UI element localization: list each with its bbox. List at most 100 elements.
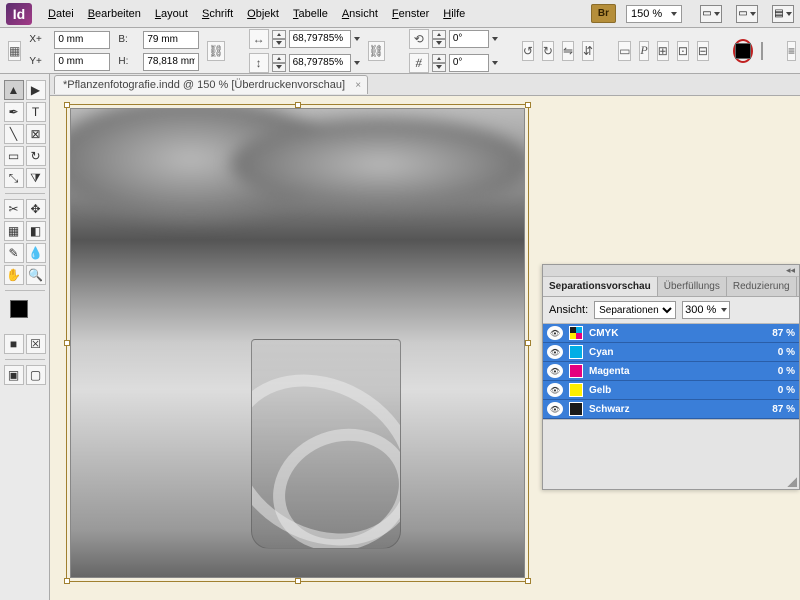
shear-input[interactable] xyxy=(449,54,489,72)
menu-datei[interactable]: Datei xyxy=(42,4,80,24)
y-input[interactable] xyxy=(54,53,110,71)
pen-tool[interactable]: ✒ xyxy=(4,102,24,122)
menu-ansicht[interactable]: Ansicht xyxy=(336,4,384,24)
reference-point-icon[interactable]: ▦ xyxy=(8,41,21,61)
document-tabs: *Pflanzenfotografie.indd @ 150 % [Überdr… xyxy=(50,74,800,96)
panel-tab-reduzierung[interactable]: Reduzierung xyxy=(727,277,797,296)
fill-stroke-swap[interactable] xyxy=(10,300,40,326)
scissors-tool[interactable]: ✂ xyxy=(4,199,24,219)
sep-row-gelb[interactable]: 👁 Gelb 0 % xyxy=(543,381,799,400)
toolbox: ▲▶ ✒T ╲⊠ ▭↻ ⤡⧩ ✂✥ ▦◧ ✎💧 ✋🔍 ■☒ ▣▢ xyxy=(0,74,50,600)
stroke-weight-icon: ≡ xyxy=(787,41,796,61)
eye-icon[interactable]: 👁 xyxy=(547,345,563,359)
constrain-wh-icon[interactable]: ⛓ xyxy=(207,41,224,61)
sep-row-schwarz[interactable]: 👁 Schwarz 87 % xyxy=(543,400,799,419)
sep-row-cyan[interactable]: 👁 Cyan 0 % xyxy=(543,343,799,362)
fit-frame-icon[interactable]: ⊟ xyxy=(697,41,709,61)
rotate-icon: ⟲ xyxy=(409,29,429,49)
rectangle-tool[interactable]: ▭ xyxy=(4,146,24,166)
document-tab[interactable]: *Pflanzenfotografie.indd @ 150 % [Überdr… xyxy=(54,75,368,94)
zoom-combo[interactable]: 150 % xyxy=(626,5,682,23)
view-select[interactable]: Separationen xyxy=(594,301,676,319)
menu-fenster[interactable]: Fenster xyxy=(386,4,435,24)
select-container-icon[interactable]: ▭ xyxy=(618,41,631,61)
screen-mode-icon[interactable]: ▭ xyxy=(736,5,758,23)
resize-grip-icon[interactable] xyxy=(787,477,797,487)
gradient-tool[interactable]: ▦ xyxy=(4,221,24,241)
view-mode-icon[interactable]: ▭ xyxy=(700,5,722,23)
sep-row-magenta[interactable]: 👁 Magenta 0 % xyxy=(543,362,799,381)
hand-tool[interactable]: ✋ xyxy=(4,265,24,285)
fill-swatch[interactable] xyxy=(735,43,751,59)
note-tool[interactable]: ✎ xyxy=(4,243,24,263)
scale-x-input[interactable] xyxy=(289,30,351,48)
rotate-input[interactable] xyxy=(449,30,489,48)
rotate-ccw-icon[interactable]: ↺ xyxy=(522,41,534,61)
swatch-schwarz xyxy=(569,402,583,416)
rotate-cw-icon[interactable]: ↻ xyxy=(542,41,554,61)
eye-icon[interactable]: 👁 xyxy=(547,326,563,340)
fit-content-icon[interactable]: ⊞ xyxy=(657,41,669,61)
flip-v-icon[interactable]: ⇵ xyxy=(582,41,594,61)
scale-y-input[interactable] xyxy=(289,54,351,72)
scale-x-spinner[interactable] xyxy=(272,30,286,48)
stroke-swatch[interactable] xyxy=(761,42,763,60)
document-canvas[interactable] xyxy=(70,108,525,578)
gradient-feather-tool[interactable]: ◧ xyxy=(26,221,46,241)
menu-objekt[interactable]: Objekt xyxy=(241,4,285,24)
w-input[interactable] xyxy=(143,31,199,49)
select-content-icon[interactable]: P xyxy=(639,41,648,61)
shear-spinner[interactable] xyxy=(432,54,446,72)
fill-swatch-highlight xyxy=(733,39,753,63)
bridge-button[interactable]: Br xyxy=(591,4,616,23)
free-transform-tool[interactable]: ✥ xyxy=(26,199,46,219)
x-label: X+ xyxy=(29,34,51,45)
rotate-spinner[interactable] xyxy=(432,30,446,48)
document-tab-title: *Pflanzenfotografie.indd @ 150 % [Überdr… xyxy=(63,79,345,91)
selection-tool[interactable]: ▲ xyxy=(4,80,24,100)
panel-resize[interactable] xyxy=(543,419,799,489)
apply-none-icon[interactable]: ☒ xyxy=(26,334,46,354)
placed-image[interactable] xyxy=(71,109,524,577)
type-tool[interactable]: T xyxy=(26,102,46,122)
eye-icon[interactable]: 👁 xyxy=(547,402,563,416)
menu-bearbeiten[interactable]: Bearbeiten xyxy=(82,4,147,24)
shear-tool[interactable]: ⧩ xyxy=(26,168,46,188)
apply-color-icon[interactable]: ■ xyxy=(4,334,24,354)
line-tool[interactable]: ╲ xyxy=(4,124,24,144)
view-label: Ansicht: xyxy=(549,304,588,316)
menu-layout[interactable]: Layout xyxy=(149,4,194,24)
panel-collapse-icon[interactable]: ◂◂ xyxy=(543,265,799,277)
sep-row-cmyk[interactable]: 👁 CMYK 87 % xyxy=(543,324,799,343)
zoom-tool[interactable]: 🔍 xyxy=(26,265,46,285)
flip-h-icon[interactable]: ⇋ xyxy=(562,41,574,61)
scale-y-spinner[interactable] xyxy=(272,54,286,72)
preview-view-icon[interactable]: ▢ xyxy=(26,365,46,385)
normal-view-icon[interactable]: ▣ xyxy=(4,365,24,385)
menu-hilfe[interactable]: Hilfe xyxy=(437,4,471,24)
ink-limit-combo[interactable]: 300 % xyxy=(682,301,730,319)
frame-tool[interactable]: ⊠ xyxy=(26,124,46,144)
separations-panel: ◂◂ Separationsvorschau Überfüllungs Redu… xyxy=(542,264,800,490)
options-bar: ▦ X+ Y+ B: H: ⛓ ↔ ↕ ⛓ ⟲ ⧣ ↺ ↻ ⇋ ⇵ ▭ P ⊞ … xyxy=(0,28,800,74)
x-input[interactable] xyxy=(54,31,110,49)
panel-tab-separationsvorschau[interactable]: Separationsvorschau xyxy=(543,277,658,296)
eye-icon[interactable]: 👁 xyxy=(547,364,563,378)
eyedropper-tool[interactable]: 💧 xyxy=(26,243,46,263)
canvas-area: *Pflanzenfotografie.indd @ 150 % [Überdr… xyxy=(50,74,800,600)
rotate-tool[interactable]: ↻ xyxy=(26,146,46,166)
menu-schrift[interactable]: Schrift xyxy=(196,4,239,24)
panel-tab-ueberfuellung[interactable]: Überfüllungs xyxy=(658,277,727,296)
scale-tool[interactable]: ⤡ xyxy=(4,168,24,188)
eye-icon[interactable]: 👁 xyxy=(547,383,563,397)
w-label: B: xyxy=(118,34,140,45)
h-input[interactable] xyxy=(143,53,199,71)
center-content-icon[interactable]: ⊡ xyxy=(677,41,689,61)
separations-list: 👁 CMYK 87 % 👁 Cyan 0 % 👁 Magenta 0 % xyxy=(543,324,799,419)
menu-tabelle[interactable]: Tabelle xyxy=(287,4,334,24)
direct-selection-tool[interactable]: ▶ xyxy=(26,80,46,100)
swatch-magenta xyxy=(569,364,583,378)
constrain-scale-icon[interactable]: ⛓ xyxy=(368,41,385,61)
arrange-icon[interactable]: ▤ xyxy=(772,5,794,23)
tab-close-icon[interactable]: × xyxy=(355,80,361,91)
